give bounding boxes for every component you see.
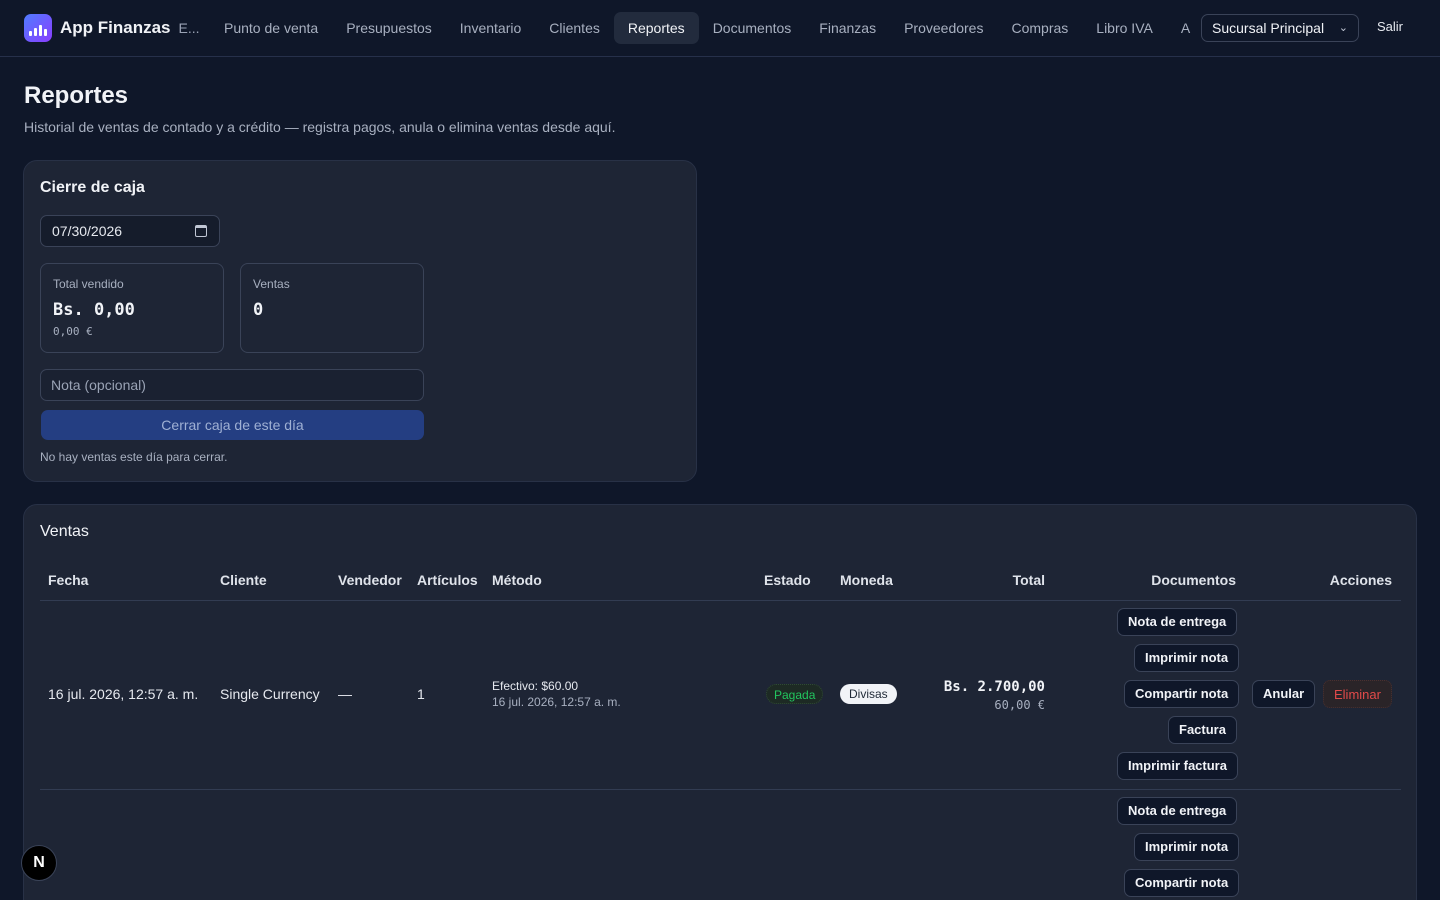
cash-close-card: Cierre de caja 07/30/2026 Total vendido … [23,160,697,482]
page-subtitle: Historial de ventas de contado y a crédi… [24,119,616,135]
share-note-button[interactable]: Compartir nota [1124,680,1240,708]
cash-close-title: Cierre de caja [40,179,145,196]
sales-card: Ventas Fecha Cliente Vendedor Artículos … [23,504,1417,900]
branch-select[interactable]: Sucursal Principal ⌄ [1201,14,1359,42]
row-seller: — [338,686,352,702]
date-input[interactable]: 07/30/2026 [40,215,220,247]
total-sold-value: Bs. 0,00 [53,300,135,320]
branch-select-value: Sucursal Principal [1212,20,1325,36]
sales-title: Ventas [40,523,89,540]
brand[interactable]: App Finanzas E... [24,14,200,42]
nav-item-documentos[interactable]: Documentos [699,12,806,44]
top-navbar: App Finanzas E... Punto de venta Presupu… [0,0,1440,57]
row-method: Efectivo: $60.00 16 jul. 2026, 12:57 a. … [492,679,621,709]
page-title: Reportes [24,82,129,109]
nav-item-compras[interactable]: Compras [997,12,1082,44]
col-header-articulos: Artículos [417,572,478,588]
row-total-secondary: 60,00 € [994,698,1045,712]
header-divider [40,600,1401,601]
row-date: 16 jul. 2026, 12:57 a. m. [48,686,199,702]
sales-count-value: 0 [253,300,264,320]
col-header-moneda: Moneda [840,572,893,588]
sales-count-stat: Ventas 0 [240,263,424,353]
print-note-button[interactable]: Imprimir nota [1134,644,1240,672]
logout-button[interactable]: Salir [1377,19,1403,34]
row-divider [40,789,1401,790]
date-input-value: 07/30/2026 [52,223,123,239]
nav-item-libro-iva[interactable]: Libro IVA [1082,12,1167,44]
row-method-main: Efectivo: $60.00 [492,679,579,693]
print-note-button[interactable]: Imprimir nota [1134,833,1240,861]
close-register-button[interactable]: Cerrar caja de este día [41,410,424,440]
row-total: Bs. 2.700,00 60,00 € [904,679,1045,712]
col-header-cliente: Cliente [220,572,267,588]
dev-tools-badge[interactable]: N [21,845,57,881]
row-items: 1 [417,686,425,702]
nav-item-finanzas[interactable]: Finanzas [805,12,890,44]
total-sold-secondary: 0,00 € [53,325,93,338]
row-total-main: Bs. 2.700,00 [943,679,1045,695]
sales-count-label: Ventas [253,277,290,291]
void-sale-button[interactable]: Anular [1252,680,1316,708]
share-note-button[interactable]: Compartir nota [1124,869,1240,897]
col-header-acciones: Acciones [1329,572,1392,588]
calendar-icon[interactable] [195,225,207,237]
chevron-down-icon: ⌄ [1338,22,1348,34]
delete-sale-button[interactable]: Eliminar [1323,680,1392,708]
delivery-note-button[interactable]: Nota de entrega [1117,797,1238,825]
app-logo-icon [24,14,52,42]
delivery-note-button[interactable]: Nota de entrega [1117,608,1238,636]
col-header-total: Total [1012,572,1045,588]
status-badge: Pagada [766,684,824,704]
no-sales-hint: No hay ventas este día para cerrar. [40,450,228,464]
print-invoice-button[interactable]: Imprimir factura [1117,752,1238,780]
total-sold-label: Total vendido [53,277,124,291]
nav-item-punto-de-venta[interactable]: Punto de venta [210,12,332,44]
nav-item-proveedores[interactable]: Proveedores [890,12,997,44]
nav-item-inventario[interactable]: Inventario [446,12,535,44]
col-header-metodo: Método [492,572,542,588]
col-header-fecha: Fecha [48,572,89,588]
row-client: Single Currency [220,686,320,702]
currency-badge: Divisas [840,684,897,704]
main-nav: Punto de venta Presupuestos Inventario C… [210,12,1200,44]
nav-item-reportes[interactable]: Reportes [613,12,699,44]
nav-item-clientes[interactable]: Clientes [535,12,614,44]
nav-item-overflow[interactable]: A [1167,12,1200,44]
nav-item-presupuestos[interactable]: Presupuestos [332,12,446,44]
col-header-vendedor: Vendedor [338,572,402,588]
note-input[interactable]: Nota (opcional) [40,369,424,401]
app-subtitle: E... [178,20,200,36]
app-name: App Finanzas [60,18,171,37]
row-method-date: 16 jul. 2026, 12:57 a. m. [492,695,621,709]
col-header-estado: Estado [764,572,811,588]
col-header-documentos: Documentos [1151,572,1236,588]
invoice-button[interactable]: Factura [1168,716,1237,744]
total-sold-stat: Total vendido Bs. 0,00 0,00 € [40,263,224,353]
